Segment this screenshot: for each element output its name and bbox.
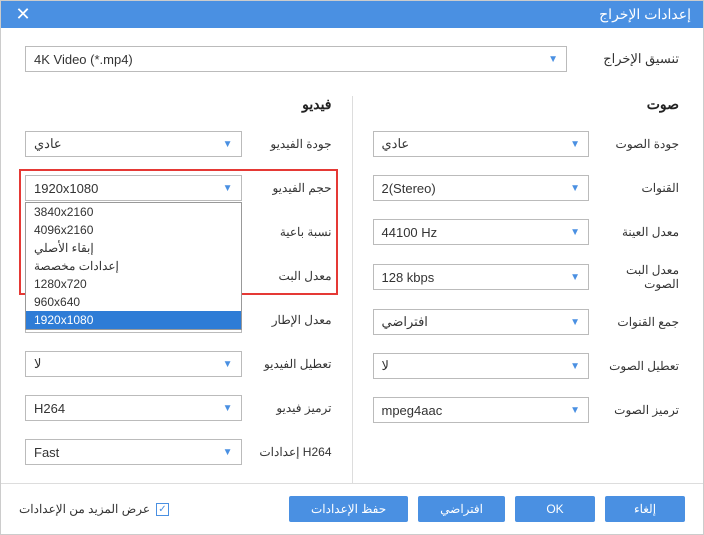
audio-bitrate-value: 128 kbps (382, 270, 435, 285)
samplerate-value: 44100 Hz (382, 225, 438, 240)
audio-quality-row: عادي ▼ جودة الصوت (373, 131, 680, 157)
default-button[interactable]: افتراضي (418, 496, 505, 522)
combine-label: جمع القنوات (599, 315, 679, 329)
close-icon[interactable]: ✕ (13, 4, 33, 25)
audio-quality-select[interactable]: عادي ▼ (373, 131, 590, 157)
video-size-select[interactable]: 1920x1080 ▼ 3840x2160 4096x2160 إبقاء ال… (25, 175, 242, 201)
chevron-down-icon: ▼ (570, 227, 580, 238)
video-quality-row: عادي ▼ جودة الفيديو (25, 131, 332, 157)
chevron-down-icon: ▼ (570, 183, 580, 194)
video-disable-label: تعطيل الفيديو (252, 357, 332, 371)
video-size-value: 1920x1080 (34, 181, 98, 196)
dialog-content: 4K Video (*.mp4) ▼ تنسيق الإخراج فيديو ع… (1, 28, 703, 483)
chevron-down-icon: ▼ (548, 54, 558, 65)
titlebar: ✕ إعدادات الإخراج (1, 1, 703, 28)
video-size-row: 1920x1080 ▼ 3840x2160 4096x2160 إبقاء ال… (25, 175, 332, 201)
audio-codec-row: mpeg4aac ▼ ترميز الصوت (373, 397, 680, 423)
channels-value: 2(Stereo) (382, 181, 436, 196)
audio-disable-label: تعطيل الصوت (599, 359, 679, 373)
samplerate-select[interactable]: 44100 Hz ▼ (373, 219, 590, 245)
h264-select[interactable]: Fast ▼ (25, 439, 242, 465)
h264-value: Fast (34, 445, 59, 460)
output-format-label: تنسيق الإخراج (579, 51, 679, 67)
chevron-down-icon: ▼ (223, 183, 233, 194)
video-size-dropdown: 3840x2160 4096x2160 إبقاء الأصلي إعدادات… (25, 202, 242, 330)
framerate-label: معدل الإطار (252, 313, 332, 327)
show-more-label: عرض المزيد من الإعدادات (19, 502, 150, 516)
channels-row: 2(Stereo) ▼ القنوات (373, 175, 680, 201)
audio-codec-value: mpeg4aac (382, 403, 443, 418)
audio-bitrate-label: معدل البت الصوت (599, 263, 679, 291)
columns: فيديو عادي ▼ جودة الفيديو 1920x1080 ▼ (25, 96, 679, 483)
chevron-down-icon: ▼ (223, 139, 233, 150)
footer-buttons: حفظ الإعدادات افتراضي OK إلغاء (289, 496, 685, 522)
video-size-option[interactable]: 4096x2160 (26, 221, 241, 239)
export-settings-dialog: ✕ إعدادات الإخراج 4K Video (*.mp4) ▼ تنس… (0, 0, 704, 535)
audio-bitrate-select[interactable]: 128 kbps ▼ (373, 264, 590, 290)
aspect-label: نسبة باعية (252, 225, 332, 239)
video-size-option[interactable]: 3840x2160 (26, 203, 241, 221)
audio-disable-value: لا (382, 358, 389, 374)
checkbox-icon: ✓ (156, 503, 169, 516)
video-size-option-selected[interactable]: 1920x1080 (26, 311, 241, 329)
cancel-button[interactable]: إلغاء (605, 496, 685, 522)
samplerate-row: 44100 Hz ▼ معدل العينة (373, 219, 680, 245)
video-disable-select[interactable]: لا ▼ (25, 351, 242, 377)
format-row: 4K Video (*.mp4) ▼ تنسيق الإخراج (25, 46, 679, 72)
video-codec-row: H264 ▼ ترميز فيديو (25, 395, 332, 421)
video-quality-label: جودة الفيديو (252, 137, 332, 151)
chevron-down-icon: ▼ (570, 139, 580, 150)
video-codec-select[interactable]: H264 ▼ (25, 395, 242, 421)
video-disable-row: لا ▼ تعطيل الفيديو (25, 351, 332, 377)
video-quality-select[interactable]: عادي ▼ (25, 131, 242, 157)
video-size-option[interactable]: إعدادات مخصصة (26, 257, 241, 275)
audio-disable-select[interactable]: لا ▼ (373, 353, 590, 379)
chevron-down-icon: ▼ (223, 359, 233, 370)
output-format-value: 4K Video (*.mp4) (34, 52, 133, 67)
video-size-option[interactable]: 1280x720 (26, 275, 241, 293)
video-quality-value: عادي (34, 136, 62, 152)
ok-button[interactable]: OK (515, 496, 595, 522)
video-codec-value: H264 (34, 401, 65, 416)
chevron-down-icon: ▼ (223, 403, 233, 414)
footer: عرض المزيد من الإعدادات ✓ حفظ الإعدادات … (1, 483, 703, 534)
h264-label: إعدادات H264 (252, 445, 332, 459)
channels-label: القنوات (599, 181, 679, 195)
audio-codec-label: ترميز الصوت (599, 403, 679, 417)
channels-select[interactable]: 2(Stereo) ▼ (373, 175, 590, 201)
show-more-checkbox[interactable]: عرض المزيد من الإعدادات ✓ (19, 502, 169, 516)
video-codec-label: ترميز فيديو (252, 401, 332, 415)
video-disable-value: لا (34, 356, 41, 372)
audio-bitrate-row: 128 kbps ▼ معدل البت الصوت (373, 263, 680, 291)
video-column: فيديو عادي ▼ جودة الفيديو 1920x1080 ▼ (25, 96, 353, 483)
video-size-option[interactable]: إبقاء الأصلي (26, 239, 241, 257)
video-title: فيديو (25, 96, 332, 113)
audio-title: صوت (373, 96, 680, 113)
video-size-option[interactable]: 960x640 (26, 293, 241, 311)
combine-row: افتراضي ▼ جمع القنوات (373, 309, 680, 335)
audio-disable-row: لا ▼ تعطيل الصوت (373, 353, 680, 379)
output-format-select[interactable]: 4K Video (*.mp4) ▼ (25, 46, 567, 72)
h264-row: Fast ▼ إعدادات H264 (25, 439, 332, 465)
audio-quality-label: جودة الصوت (599, 137, 679, 151)
audio-codec-select[interactable]: mpeg4aac ▼ (373, 397, 590, 423)
save-settings-button[interactable]: حفظ الإعدادات (289, 496, 408, 522)
chevron-down-icon: ▼ (570, 272, 580, 283)
video-size-highlight: 1920x1080 ▼ 3840x2160 4096x2160 إبقاء ال… (19, 169, 338, 295)
combine-select[interactable]: افتراضي ▼ (373, 309, 590, 335)
chevron-down-icon: ▼ (223, 447, 233, 458)
audio-column: صوت عادي ▼ جودة الصوت 2(Stereo) ▼ القنوا… (353, 96, 680, 483)
chevron-down-icon: ▼ (570, 317, 580, 328)
audio-quality-value: عادي (382, 136, 410, 152)
combine-value: افتراضي (382, 314, 428, 330)
video-bitrate-label: معدل البت (252, 269, 332, 283)
dialog-title: إعدادات الإخراج (599, 6, 691, 23)
chevron-down-icon: ▼ (570, 361, 580, 372)
chevron-down-icon: ▼ (570, 405, 580, 416)
samplerate-label: معدل العينة (599, 225, 679, 239)
video-size-label: حجم الفيديو (252, 181, 332, 195)
